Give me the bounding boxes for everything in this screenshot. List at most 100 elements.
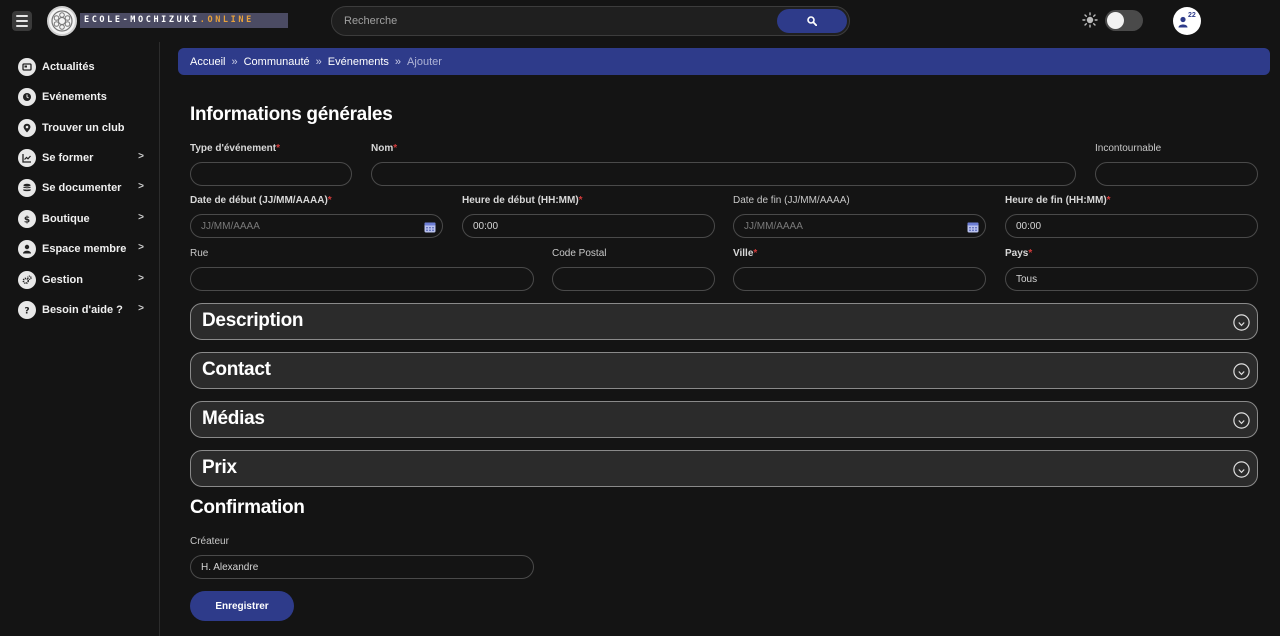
sidebar-item-label: Evénements — [42, 91, 107, 103]
sidebar-item-se-former[interactable]: Se former > — [18, 148, 148, 168]
sidebar-item-se-documenter[interactable]: Se documenter > — [18, 178, 148, 198]
section-title-confirmation: Confirmation — [190, 497, 305, 518]
chevron-down-icon — [1233, 412, 1250, 429]
creator-field[interactable]: H. Alexandre — [190, 555, 534, 579]
clock-icon — [18, 88, 36, 106]
chevron-right-icon: > — [138, 181, 144, 192]
breadcrumb-link-accueil[interactable]: Accueil — [190, 56, 225, 68]
notification-count: 22 — [1188, 12, 1196, 19]
accordion-title: Contact — [202, 359, 271, 380]
gears-icon — [18, 271, 36, 289]
accordion-contact[interactable]: Contact — [190, 352, 1258, 389]
user-avatar[interactable]: 22 — [1173, 7, 1201, 35]
required-marker: * — [327, 195, 332, 206]
user-icon — [18, 240, 36, 258]
breadcrumb-separator: » — [315, 55, 322, 68]
sidebar-item-label: Boutique — [42, 213, 90, 225]
label-start-date: Date de début (JJ/MM/AAAA)* — [190, 195, 332, 206]
required-marker: * — [1028, 248, 1033, 259]
chevron-right-icon: > — [138, 151, 144, 162]
top-bar: ECOLE-MOCHIZUKI.ONLINE 22 — [0, 0, 1280, 42]
postal-code-field[interactable] — [552, 267, 715, 291]
accordion-title: Médias — [202, 408, 265, 429]
search-bar — [331, 6, 850, 36]
database-icon — [18, 179, 36, 197]
menu-icon[interactable] — [12, 11, 32, 31]
breadcrumb-link-communaute[interactable]: Communauté — [244, 56, 310, 68]
label-text: Date de début (JJ/MM/AAAA) — [190, 195, 328, 206]
label-text: Ville — [733, 248, 754, 259]
country-select[interactable]: Tous — [1005, 267, 1258, 291]
label-end-time: Heure de fin (HH:MM)* — [1005, 195, 1111, 206]
logo-text[interactable]: ECOLE-MOCHIZUKI.ONLINE — [80, 13, 288, 28]
required-marker: * — [393, 143, 398, 154]
label-postal-code: Code Postal — [552, 248, 607, 259]
logo-icon[interactable] — [47, 6, 77, 36]
toggle-knob — [1107, 12, 1124, 29]
accordion-prix[interactable]: Prix — [190, 450, 1258, 487]
start-date-placeholder: JJ/MM/AAAA — [201, 220, 260, 232]
chevron-down-icon — [1233, 363, 1250, 380]
sun-icon — [1082, 12, 1098, 28]
accordion-description[interactable]: Description — [190, 303, 1258, 340]
sidebar-item-label: Se documenter — [42, 182, 122, 194]
must-see-field[interactable] — [1095, 162, 1258, 186]
question-icon: ? — [18, 301, 36, 319]
save-button[interactable]: Enregistrer — [190, 591, 294, 621]
newspaper-icon — [18, 58, 36, 76]
sidebar-item-label: Actualités — [42, 61, 95, 73]
start-time-value: 00:00 — [473, 220, 499, 232]
sidebar-item-trouver-un-club[interactable]: Trouver un club — [18, 118, 148, 138]
breadcrumb-separator: » — [394, 55, 402, 68]
street-field[interactable] — [190, 267, 534, 291]
sidebar-item-actualites[interactable]: Actualités — [18, 57, 148, 77]
sidebar-item-boutique[interactable]: $ Boutique > — [18, 209, 148, 229]
section-title-general: Informations générales — [190, 104, 393, 125]
accordion-title: Prix — [202, 457, 237, 478]
search-button[interactable] — [777, 9, 847, 33]
name-field[interactable] — [371, 162, 1076, 186]
chevron-right-icon: > — [138, 212, 144, 223]
chevron-down-icon — [1233, 314, 1250, 331]
breadcrumb-current: Ajouter — [407, 55, 442, 68]
svg-text:$: $ — [24, 216, 30, 225]
sidebar-item-label: Besoin d'aide ? — [42, 304, 123, 316]
dollar-icon: $ — [18, 210, 36, 228]
map-pin-icon — [18, 119, 36, 137]
accordion-title: Description — [202, 310, 304, 331]
required-marker: * — [578, 195, 583, 206]
logo-text-main: ECOLE-MOCHIZUKI — [84, 15, 200, 25]
start-time-field[interactable]: 00:00 — [462, 214, 715, 238]
creator-value: H. Alexandre — [201, 561, 259, 573]
start-date-field[interactable]: JJ/MM/AAAA — [190, 214, 443, 238]
sidebar-item-label: Gestion — [42, 274, 83, 286]
end-time-field[interactable]: 00:00 — [1005, 214, 1258, 238]
sidebar-item-gestion[interactable]: Gestion > — [18, 270, 148, 290]
sidebar-item-label: Se former — [42, 152, 94, 164]
sidebar-item-evenements[interactable]: Evénements — [18, 87, 148, 107]
city-field[interactable] — [733, 267, 986, 291]
label-country: Pays* — [1005, 248, 1032, 259]
accordion-medias[interactable]: Médias — [190, 401, 1258, 438]
sidebar-item-espace-membre[interactable]: Espace membre > — [18, 239, 148, 259]
sidebar-item-besoin-d-aide[interactable]: ? Besoin d'aide ? > — [18, 300, 148, 320]
end-date-field[interactable]: JJ/MM/AAAA — [733, 214, 986, 238]
chevron-right-icon: > — [138, 242, 144, 253]
label-must-see: Incontournable — [1095, 143, 1162, 154]
search-input[interactable] — [344, 7, 764, 35]
sidebar-item-label: Trouver un club — [42, 122, 125, 134]
label-start-time: Heure de début (HH:MM)* — [462, 195, 583, 206]
label-creator: Créateur — [190, 536, 229, 547]
chevron-down-icon — [1233, 461, 1250, 478]
calendar-icon[interactable] — [967, 221, 979, 233]
breadcrumb-link-evenements[interactable]: Evénements — [328, 56, 389, 68]
label-text: Heure de début (HH:MM) — [462, 195, 579, 206]
country-value: Tous — [1016, 273, 1038, 285]
end-time-value: 00:00 — [1016, 220, 1042, 232]
label-name: Nom* — [371, 143, 397, 154]
chart-icon — [18, 149, 36, 167]
event-type-select[interactable] — [190, 162, 352, 186]
theme-toggle[interactable] — [1105, 10, 1143, 31]
calendar-icon[interactable] — [424, 221, 436, 233]
label-text: Heure de fin (HH:MM) — [1005, 195, 1107, 206]
